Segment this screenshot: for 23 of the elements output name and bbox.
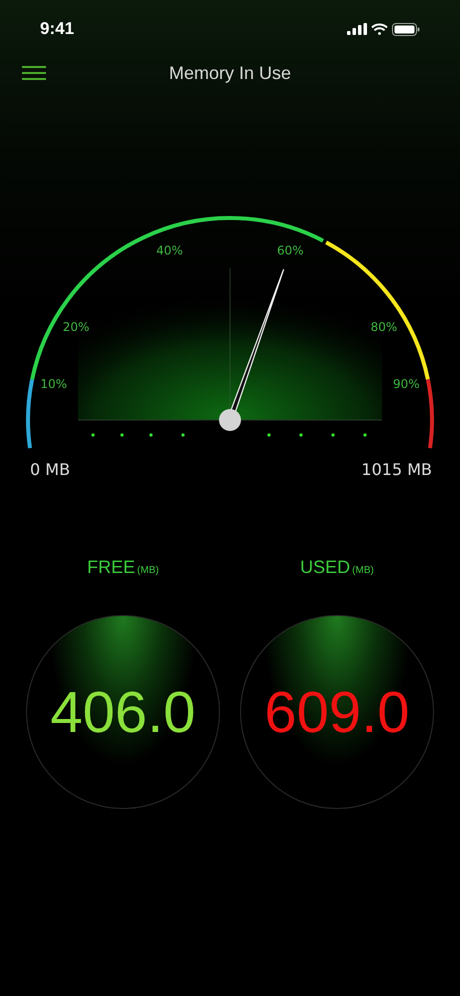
scale-label: 10% [40, 376, 67, 391]
signal-icon [347, 23, 367, 35]
status-time: 9:41 [40, 18, 74, 40]
scale-label: 80% [370, 320, 398, 334]
wifi-icon [371, 23, 388, 35]
readout-label: FREE [87, 556, 136, 579]
scale-label: 40% [156, 243, 183, 258]
readout-value: 406.0 [50, 678, 196, 746]
menu-button[interactable] [22, 64, 46, 82]
screen-title: Memory In Use [168, 62, 292, 85]
min-label: 0 MB [30, 460, 70, 479]
scale-label: 90% [393, 376, 420, 391]
scale-label: 20% [62, 320, 90, 334]
max-label: 1015 MB [361, 460, 432, 479]
gauge-low-segment [26, 379, 34, 448]
needle-hub [219, 409, 241, 431]
gauge-critical-segment [426, 379, 434, 448]
readout-unit: (MB) [352, 564, 374, 578]
scale-label: 60% [277, 243, 304, 258]
readout-value: 609.0 [264, 678, 410, 746]
battery-icon [392, 22, 420, 36]
readout-label: USED [300, 556, 350, 579]
readout-unit: (MB) [137, 564, 159, 578]
